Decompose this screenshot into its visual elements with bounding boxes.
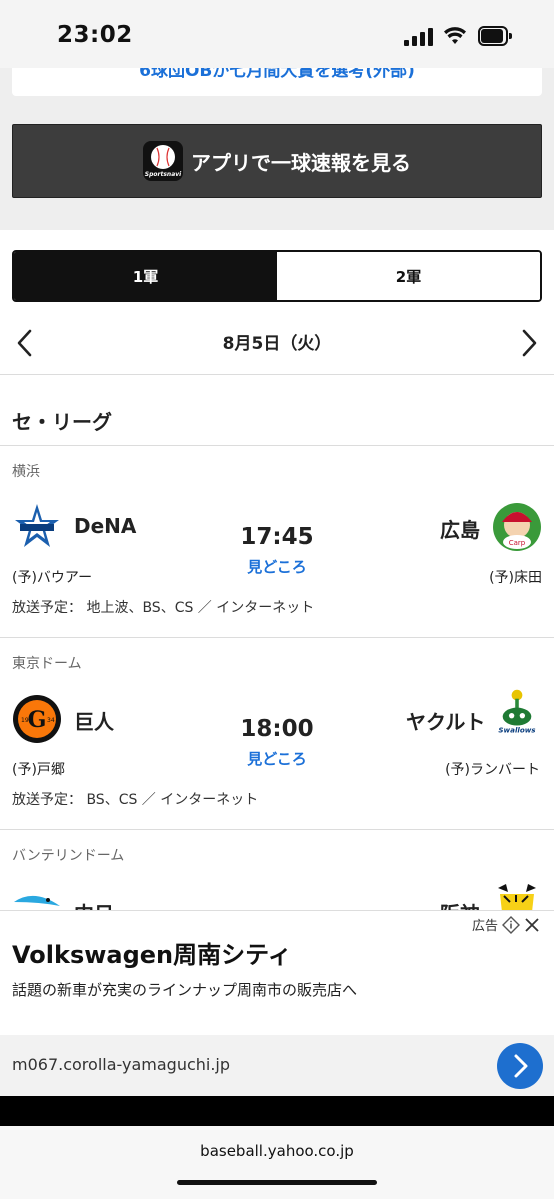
home-team-name: 中日 bbox=[74, 898, 114, 910]
swallows-logo-icon: Swallows bbox=[498, 689, 536, 735]
ad-url: m067.corolla-yamaguchi.jp bbox=[12, 1055, 231, 1074]
baystars-logo-icon bbox=[15, 504, 59, 547]
wifi-icon bbox=[444, 27, 466, 44]
ad-description: 話題の新車が充実のラインナップ周南市の販売店へ bbox=[12, 981, 358, 999]
home-team-name: DeNA bbox=[74, 514, 137, 538]
away-team-name: 広島 bbox=[440, 518, 480, 542]
broadcast-info: 放送予定： 地上波、BS、CS ／ インターネット bbox=[12, 597, 314, 617]
top-banner-link[interactable]: 6球団OBが七月間大賞を選考(外部) bbox=[12, 68, 542, 96]
status-bar: 23:02 bbox=[0, 0, 554, 68]
ad-info-icon[interactable] bbox=[502, 915, 520, 934]
preview-link[interactable]: 見どころ bbox=[217, 748, 337, 769]
svg-text:Carp: Carp bbox=[509, 539, 526, 547]
browser-url: baseball.yahoo.co.jp bbox=[200, 1142, 354, 1160]
ad-footer: m067.corolla-yamaguchi.jp bbox=[0, 1035, 554, 1097]
top-banner-text: 6球団OBが七月間大賞を選考(外部) bbox=[139, 68, 415, 81]
home-indicator bbox=[177, 1180, 377, 1185]
close-icon[interactable] bbox=[524, 917, 540, 933]
date-navigator: 8月5日（火） bbox=[0, 316, 554, 374]
divider bbox=[0, 445, 554, 446]
game-card[interactable]: 中日 阪神 bbox=[0, 874, 554, 910]
app-button-label: アプリで一球速報を見る bbox=[191, 150, 411, 175]
ad-title: Volkswagen周南シティ bbox=[12, 941, 292, 969]
ad-label: 広告 bbox=[472, 915, 540, 934]
ad-bottom-band bbox=[0, 1096, 554, 1126]
svg-text:34: 34 bbox=[47, 717, 55, 724]
divider bbox=[0, 637, 554, 638]
team-level-tabs: 1軍 2軍 bbox=[12, 250, 542, 302]
preview-link[interactable]: 見どころ bbox=[217, 556, 337, 577]
advertisement[interactable]: 広告 Volkswagen周南シティ 話題の新車が充実のラインナップ周南市の販売… bbox=[0, 910, 554, 1097]
venue-label: バンテリンドーム bbox=[12, 848, 125, 864]
chevron-right-icon[interactable] bbox=[518, 328, 540, 358]
venue-label: 横浜 bbox=[12, 464, 40, 480]
league-heading: セ・リーグ bbox=[12, 410, 112, 434]
chevron-right-icon bbox=[514, 1054, 528, 1078]
venue-label: 東京ドーム bbox=[12, 656, 82, 672]
sportsnavi-app-icon: Sportsnavi bbox=[143, 141, 183, 181]
away-team-name: ヤクルト bbox=[406, 710, 486, 734]
browser-url-bar[interactable]: baseball.yahoo.co.jp bbox=[0, 1126, 554, 1199]
ad-label-text: 広告 bbox=[471, 919, 498, 934]
game-card[interactable]: G 19 34 巨人 18:00 見どころ ヤクルト Swallows (予)戸… bbox=[0, 682, 554, 822]
home-team-name: 巨人 bbox=[74, 710, 114, 734]
broadcast-channels: 地上波、BS、CS ／ インターネット bbox=[86, 600, 315, 616]
battery-icon bbox=[478, 26, 512, 46]
game-time: 17:45 bbox=[240, 524, 314, 550]
home-pitcher: (予)バウアー bbox=[12, 570, 93, 586]
broadcast-label: 放送予定： bbox=[12, 792, 82, 808]
broadcast-info: 放送予定： BS、CS ／ インターネット bbox=[12, 789, 258, 809]
cellular-signal-icon bbox=[404, 28, 434, 46]
game-card[interactable]: DeNA 17:45 見どころ 広島 Carp (予)バウアー (予)床田 放送… bbox=[0, 490, 554, 630]
date-label: 8月5日（火） bbox=[222, 334, 332, 354]
app-live-button[interactable]: Sportsnavi アプリで一球速報を見る bbox=[12, 124, 542, 198]
svg-text:Swallows: Swallows bbox=[498, 726, 535, 735]
tab-first-team[interactable]: 1軍 bbox=[14, 252, 277, 300]
status-time: 23:02 bbox=[57, 22, 133, 48]
away-pitcher: (予)床田 bbox=[489, 570, 542, 586]
svg-text:G: G bbox=[28, 707, 47, 733]
away-pitcher: (予)ランバート bbox=[445, 762, 540, 778]
game-time: 18:00 bbox=[240, 716, 314, 742]
tab-second-team[interactable]: 2軍 bbox=[277, 252, 540, 300]
svg-text:19: 19 bbox=[21, 717, 29, 724]
divider bbox=[0, 829, 554, 830]
carp-logo-icon: Carp bbox=[493, 503, 541, 551]
broadcast-label: 放送予定： bbox=[12, 600, 82, 616]
dragons-logo-icon bbox=[14, 895, 60, 906]
broadcast-channels: BS、CS ／ インターネット bbox=[86, 792, 259, 808]
divider bbox=[0, 374, 554, 375]
giants-logo-icon: G 19 34 bbox=[13, 695, 61, 743]
home-pitcher: (予)戸郷 bbox=[12, 762, 65, 778]
ad-open-button[interactable] bbox=[497, 1043, 543, 1089]
tigers-logo-icon bbox=[498, 884, 536, 910]
away-team-name: 阪神 bbox=[440, 898, 480, 910]
